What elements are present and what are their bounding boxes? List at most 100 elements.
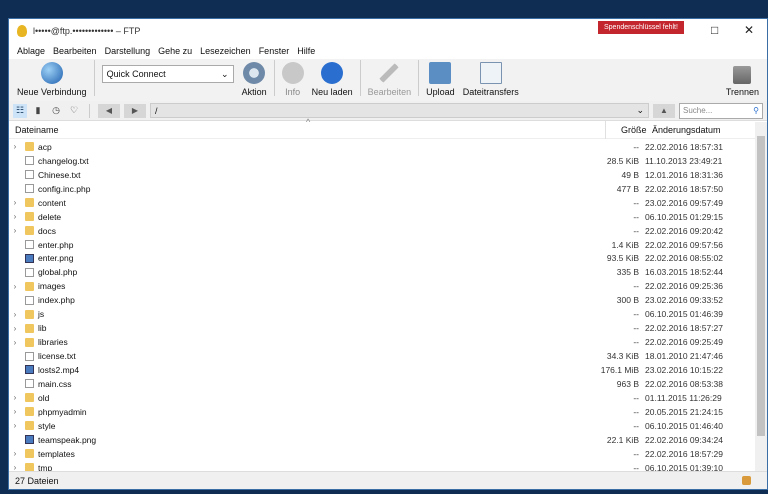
file-row[interactable]: › style -- 06.10.2015 01:46:40 [9, 419, 755, 433]
expand-chevron-icon[interactable]: › [9, 142, 21, 151]
expand-chevron-icon[interactable]: › [9, 393, 21, 402]
maximize-icon[interactable]: □ [711, 23, 718, 37]
file-icon [25, 184, 34, 194]
file-row[interactable]: › delete -- 06.10.2015 01:29:15 [9, 210, 755, 224]
folder-icon [25, 212, 34, 222]
file-row[interactable]: license.txt 34.3 KiB 18.01.2010 21:47:46 [9, 349, 755, 363]
folder-icon [25, 337, 34, 347]
expand-chevron-icon[interactable]: › [9, 324, 21, 333]
file-row[interactable]: Chinese.txt 49 B 12.01.2016 18:31:36 [9, 168, 755, 182]
file-row[interactable]: losts2.mp4 176.1 MiB 23.02.2016 10:15:22 [9, 363, 755, 377]
file-row[interactable]: global.php 335 B 16.03.2015 18:52:44 [9, 265, 755, 279]
file-row[interactable]: › docs -- 22.02.2016 09:20:42 [9, 224, 755, 238]
menu-bearbeiten[interactable]: Bearbeiten [53, 46, 97, 56]
file-list: › acp -- 22.02.2016 18:57:31 changelog.t… [9, 140, 755, 471]
vertical-scrollbar[interactable] [755, 122, 767, 471]
file-row[interactable]: config.inc.php 477 B 22.02.2016 18:57:50 [9, 182, 755, 196]
menu-lesezeichen[interactable]: Lesezeichen [200, 46, 251, 56]
file-date: 23.02.2016 10:15:22 [645, 364, 723, 375]
quick-connect-value: Quick Connect [106, 69, 166, 79]
file-size: 49 B [621, 169, 640, 180]
file-row[interactable]: teamspeak.png 22.1 KiB 22.02.2016 09:34:… [9, 433, 755, 447]
reload-button[interactable]: Neu laden [312, 62, 353, 97]
column-date[interactable]: Änderungsdatum [652, 125, 721, 135]
file-size: -- [633, 309, 639, 320]
expand-chevron-icon[interactable]: › [9, 226, 21, 235]
file-size: -- [633, 225, 639, 236]
expand-chevron-icon[interactable]: › [9, 449, 21, 458]
forward-button[interactable]: ▶ [124, 103, 146, 118]
folder-icon [25, 449, 34, 459]
menu-gehe-zu[interactable]: Gehe zu [158, 46, 192, 56]
quick-connect-select[interactable]: Quick Connect ⌄ [101, 65, 234, 83]
column-size[interactable]: Größe [621, 125, 647, 135]
file-date: 22.02.2016 18:57:29 [645, 448, 723, 459]
file-row[interactable]: enter.png 93.5 KiB 22.02.2016 08:55:02 [9, 252, 755, 266]
file-name: teamspeak.png [38, 434, 97, 445]
file-row[interactable]: › lib -- 22.02.2016 18:57:27 [9, 321, 755, 335]
menu-hilfe[interactable]: Hilfe [297, 46, 315, 56]
close-icon[interactable]: ✕ [744, 23, 754, 37]
file-size: -- [633, 323, 639, 334]
folder-icon [25, 198, 34, 208]
bookmarks-icon[interactable]: ▮ [31, 104, 45, 118]
scrollbar-thumb[interactable] [757, 136, 765, 436]
search-placeholder: Suche... [683, 106, 713, 115]
transfers-button[interactable]: Dateitransfers [463, 62, 519, 97]
expand-chevron-icon[interactable]: › [9, 338, 21, 347]
donate-badge[interactable]: Spendenschlüssel fehlt! [598, 21, 684, 34]
path-select[interactable]: / ⌄ [150, 103, 649, 118]
folder-icon [25, 226, 34, 236]
file-row[interactable]: › phpmyadmin -- 20.05.2015 21:24:15 [9, 405, 755, 419]
search-input[interactable]: Suche... ⚲ [679, 102, 763, 119]
folder-icon [25, 309, 34, 319]
file-row[interactable]: › images -- 22.02.2016 09:25:36 [9, 279, 755, 293]
file-row[interactable]: › libraries -- 22.02.2016 09:25:49 [9, 335, 755, 349]
expand-chevron-icon[interactable]: › [9, 407, 21, 416]
back-button[interactable]: ◀ [98, 103, 120, 118]
expand-chevron-icon[interactable]: › [9, 282, 21, 291]
expand-chevron-icon[interactable]: › [9, 212, 21, 221]
file-size: -- [633, 141, 639, 152]
upload-button[interactable]: Upload [426, 62, 455, 97]
file-size: 93.5 KiB [606, 253, 639, 264]
file-name: global.php [38, 267, 78, 278]
file-name: license.txt [38, 351, 76, 362]
column-name[interactable]: Dateiname [15, 125, 59, 135]
action-button[interactable]: Aktion [242, 62, 267, 97]
file-row[interactable]: › tmp -- 06.10.2015 01:39:10 [9, 461, 755, 471]
menu-ablage[interactable]: Ablage [17, 46, 45, 56]
file-date: 22.02.2016 09:25:36 [645, 281, 723, 292]
edit-button[interactable]: Bearbeiten [368, 62, 411, 97]
file-row[interactable]: main.css 963 B 22.02.2016 08:53:38 [9, 377, 755, 391]
expand-chevron-icon[interactable]: › [9, 198, 21, 207]
file-row[interactable]: › content -- 23.02.2016 09:57:49 [9, 196, 755, 210]
file-size: 28.5 KiB [606, 155, 639, 166]
expand-chevron-icon[interactable]: › [9, 310, 21, 319]
file-row[interactable]: changelog.txt 28.5 KiB 11.10.2013 23:49:… [9, 154, 755, 168]
eject-icon [733, 66, 752, 84]
parent-folder-button[interactable]: ▲ [653, 103, 675, 118]
file-row[interactable]: › acp -- 22.02.2016 18:57:31 [9, 140, 755, 154]
info-button[interactable]: Info [281, 62, 304, 97]
file-row[interactable]: › js -- 06.10.2015 01:46:39 [9, 307, 755, 321]
menu-fenster[interactable]: Fenster [259, 46, 290, 56]
file-row[interactable]: › templates -- 22.02.2016 18:57:29 [9, 447, 755, 461]
expand-chevron-icon[interactable]: › [9, 421, 21, 430]
new-connection-button[interactable]: Neue Verbindung [17, 62, 87, 97]
toolbar: Neue Verbindung Quick Connect ⌄ Aktion In… [9, 59, 767, 101]
file-row[interactable]: enter.php 1.4 KiB 22.02.2016 09:57:56 [9, 238, 755, 252]
file-icon [25, 267, 34, 277]
expand-chevron-icon[interactable]: › [9, 463, 21, 471]
browser-view-icon[interactable]: ☷ [13, 103, 27, 118]
menu-darstellung[interactable]: Darstellung [105, 46, 151, 56]
file-row[interactable]: index.php 300 B 23.02.2016 09:33:52 [9, 293, 755, 307]
bonjour-icon[interactable]: ♡ [67, 104, 81, 118]
disconnect-button[interactable]: Trennen [726, 66, 759, 97]
file-icon [25, 240, 34, 250]
file-name: js [38, 309, 45, 320]
history-icon[interactable]: ◷ [49, 104, 63, 118]
transfers-icon [479, 62, 502, 84]
file-size: -- [633, 197, 639, 208]
file-row[interactable]: › old -- 01.11.2015 11:26:29 [9, 391, 755, 405]
